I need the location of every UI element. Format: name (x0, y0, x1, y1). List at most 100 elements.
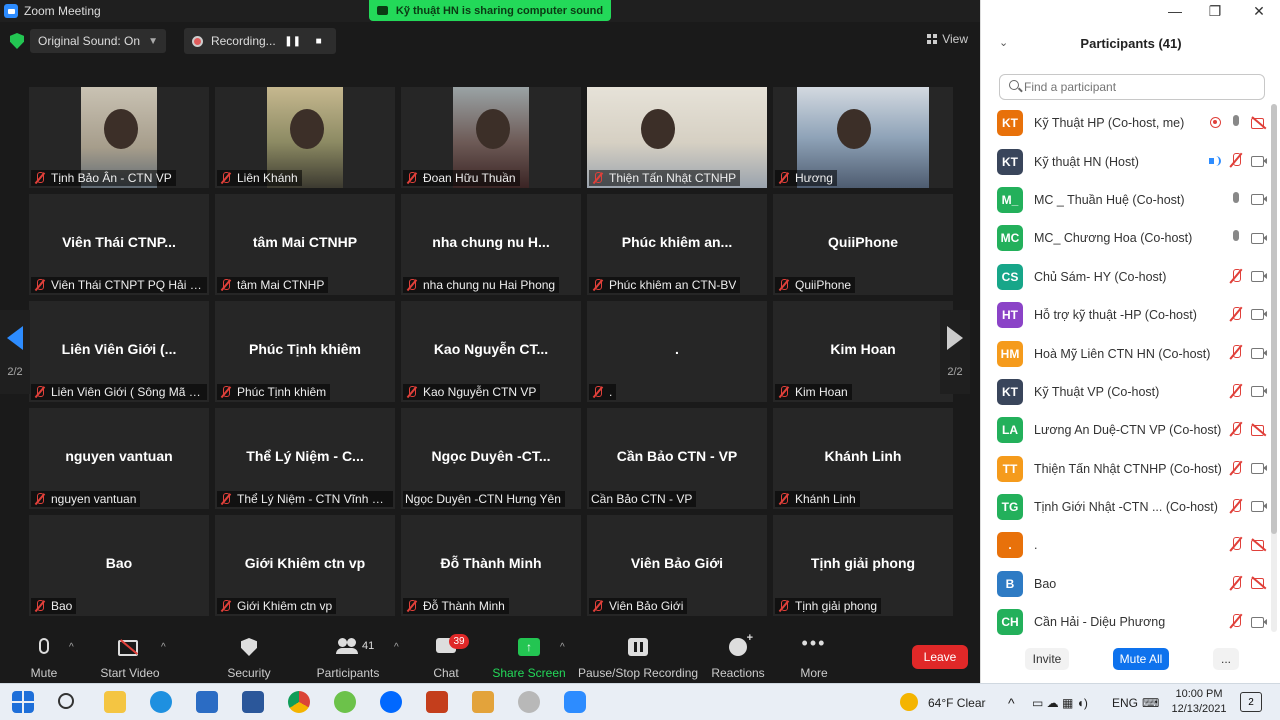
windows-start-icon[interactable] (12, 691, 34, 713)
disc-icon[interactable] (518, 691, 540, 713)
media-player-icon[interactable] (472, 691, 494, 713)
participant-tile[interactable]: .. (587, 301, 767, 402)
clock[interactable]: 10:00 PM 12/13/2021 (1164, 687, 1234, 717)
file-explorer-icon[interactable] (104, 691, 126, 713)
participant-row[interactable]: TT Thiện Tấn Nhật CTNHP (Co-host) (997, 450, 1267, 488)
minimize-icon[interactable]: — (1165, 2, 1185, 20)
participant-row[interactable]: M_ MC _ Thuần Huệ (Co-host) (997, 181, 1267, 219)
participant-tile[interactable]: Cần Bảo CTN - VP Cần Bảo CTN - VP (587, 408, 767, 509)
view-button[interactable]: View (927, 32, 968, 46)
participant-row[interactable]: TG Tịnh Giới Nhật -CTN ... (Co-host) (997, 488, 1267, 526)
input-language[interactable]: ENG (1112, 684, 1138, 720)
chrome-icon[interactable] (288, 691, 310, 713)
participant-row[interactable]: LA Lương An Duệ-CTN VP (Co-host) (997, 411, 1267, 449)
tray-chevron-icon[interactable]: ^ (1008, 684, 1015, 720)
participant-display-name: Khánh Linh (824, 448, 902, 464)
chevron-down-icon[interactable]: ▼ (148, 36, 158, 47)
participant-row[interactable]: HT Hỗ trợ kỹ thuật -HP (Co-host) (997, 296, 1267, 334)
share-options-caret-icon[interactable]: ^ (560, 642, 565, 653)
start-video-button[interactable]: Start Video (98, 634, 162, 680)
encryption-shield-icon[interactable] (10, 33, 24, 49)
zoom-taskbar-icon[interactable] (564, 691, 586, 713)
participant-tile[interactable]: Liên Viên Giới (... Liên Viên Giới ( Sông… (29, 301, 209, 402)
participant-row[interactable]: HM Hoà Mỹ Liên CTN HN (Co-host) (997, 334, 1267, 372)
participant-tile[interactable]: Đỗ Thành Minh Đỗ Thành Minh (401, 515, 581, 616)
participant-tile[interactable]: Viên Thái CTNP... Viên Thái CTNPT PQ Hải … (29, 194, 209, 295)
participant-tile[interactable]: nha chung nu H... nha chung nu Hai Phong (401, 194, 581, 295)
participant-tile[interactable]: nguyen vantuan nguyen vantuan (29, 408, 209, 509)
video-options-caret-icon[interactable]: ^ (161, 642, 166, 653)
reactions-button[interactable]: Reactions (710, 632, 766, 680)
next-page-button[interactable]: 2/2 (940, 310, 970, 394)
close-icon[interactable]: ✕ (1249, 2, 1269, 20)
participant-row[interactable]: .. (997, 526, 1267, 564)
coccoc-icon[interactable] (334, 691, 356, 713)
participant-name-text: Phúc khiêm an CTN-BV (609, 278, 737, 292)
muted-mic-icon (405, 386, 419, 398)
participant-row[interactable]: KT Kỹ Thuật VP (Co-host) (997, 373, 1267, 411)
participant-tile[interactable]: Phúc Tịnh khiêm Phúc Tịnh khiêm (215, 301, 395, 402)
participant-status-icons (1229, 383, 1267, 399)
search-icon[interactable] (58, 693, 74, 709)
participant-tile[interactable]: Tịnh Bảo Ân - CTN VP (29, 87, 209, 188)
invite-button[interactable]: Invite (1025, 648, 1069, 670)
share-screen-button[interactable]: ↑ Share Screen (492, 634, 566, 680)
more-button[interactable]: ••• More (796, 634, 832, 680)
restore-icon[interactable]: ❐ (1205, 2, 1225, 20)
muted-mic-icon (33, 386, 47, 398)
find-participant-input[interactable] (999, 74, 1265, 100)
participant-tile[interactable]: Kim Hoan Kim Hoan (773, 301, 953, 402)
participant-tile[interactable]: Phúc khiêm an... Phúc khiêm an CTN-BV (587, 194, 767, 295)
store-icon[interactable] (196, 691, 218, 713)
participant-row[interactable]: CH Cần Hải - Diệu Phương (997, 603, 1267, 641)
participant-tile[interactable]: Thiện Tấn Nhật CTNHP (587, 87, 767, 188)
participant-row[interactable]: MC MC_ Chương Hoa (Co-host) (997, 219, 1267, 257)
pause-recording-icon[interactable]: ❚❚ (284, 32, 302, 50)
original-sound-toggle[interactable]: Original Sound: On ▼ (30, 29, 166, 53)
participant-name-text: nguyen vantuan (51, 492, 137, 506)
participant-name-text: Viên Thái CTNPT PQ Hải Ph... (51, 278, 203, 292)
participant-tile[interactable]: Kao Nguyễn CT... Kao Nguyễn CTN VP (401, 301, 581, 402)
participant-tile[interactable]: QuiiPhone QuiiPhone (773, 194, 953, 295)
participant-tile[interactable]: Hương (773, 87, 953, 188)
participant-tile[interactable]: Giới Khiêm ctn vp Giới Khiêm ctn vp (215, 515, 395, 616)
participant-tile[interactable]: Khánh Linh Khánh Linh (773, 408, 953, 509)
notifications-button[interactable]: 2 (1240, 692, 1262, 712)
previous-page-button[interactable]: 2/2 (0, 310, 30, 394)
participants-label: Participants (316, 666, 380, 680)
scrollbar-thumb[interactable] (1271, 104, 1277, 534)
leave-button[interactable]: Leave (912, 645, 968, 669)
participant-tile[interactable]: Viên Bảo Giới Viên Bảo Giới (587, 515, 767, 616)
participant-row[interactable]: KT Kỹ thuật HN (Host) (997, 142, 1267, 180)
participant-row[interactable]: B Bao (997, 565, 1267, 603)
pause-stop-recording-button[interactable]: Pause/Stop Recording (578, 634, 698, 680)
zalo-icon[interactable] (380, 691, 402, 713)
participant-display-name: Cần Bảo CTN - VP (616, 448, 738, 464)
participant-tile[interactable]: Bao Bao (29, 515, 209, 616)
input-method-icon[interactable]: ⌨ (1142, 684, 1159, 720)
participant-tile[interactable]: Thể Lý Niệm - C... Thể Lý Niệm - CTN Vĩnh… (215, 408, 395, 509)
weather-text[interactable]: 64°F Clear (928, 684, 986, 720)
edge-browser-icon[interactable] (150, 691, 172, 713)
participant-row[interactable]: KT Kỹ Thuật HP (Co-host, me) (997, 104, 1267, 142)
stop-recording-icon[interactable]: ■ (310, 32, 328, 50)
participant-display-name: Thể Lý Niệm - C... (246, 448, 364, 464)
audio-options-caret-icon[interactable]: ^ (69, 642, 74, 653)
security-button[interactable]: Security (224, 634, 274, 680)
sharing-banner[interactable]: Kỹ thuật HN is sharing computer sound (369, 0, 611, 21)
more-dots-icon: ••• (801, 633, 827, 653)
tray-icons[interactable]: ▭ ☁ ▦ ◖) (1032, 684, 1088, 720)
word-icon[interactable] (242, 691, 264, 713)
mute-button[interactable]: Mute (22, 634, 66, 680)
participant-tile[interactable]: Đoan Hữu Thuần (401, 87, 581, 188)
mute-all-button[interactable]: Mute All (1113, 648, 1169, 670)
participants-options-caret-icon[interactable]: ^ (394, 642, 399, 653)
participant-tile[interactable]: Ngọc Duyên -CT... Ngọc Duyên -CTN Hưng Yê… (401, 408, 581, 509)
participant-tile[interactable]: Tịnh giải phong Tịnh giải phong (773, 515, 953, 616)
participant-row[interactable]: CS Chủ Sám- HY (Co-host) (997, 258, 1267, 296)
participant-tile[interactable]: tâm Mai CTNHP tâm Mai CTNHP (215, 194, 395, 295)
participants-scrollbar[interactable] (1271, 104, 1277, 632)
participant-tile[interactable]: Liên Khánh (215, 87, 395, 188)
panel-more-button[interactable]: ... (1213, 648, 1239, 670)
powerpoint-icon[interactable] (426, 691, 448, 713)
